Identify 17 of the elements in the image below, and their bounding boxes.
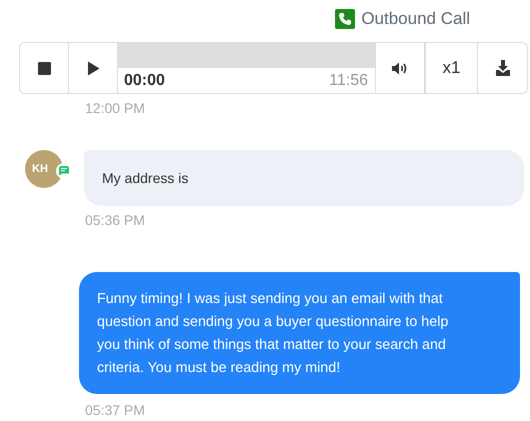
message-bubble: My address is [84,150,524,206]
current-time: 00:00 [124,72,165,90]
stop-button[interactable] [20,43,69,93]
avatar: KH [25,150,63,188]
call-label: Outbound Call [361,9,470,29]
play-icon [86,60,100,76]
timestamp: 05:37 PM [85,402,146,418]
speed-button[interactable]: x1 [425,43,478,93]
stop-icon [38,62,50,74]
progress-track[interactable] [118,43,375,68]
speaker-icon [391,60,409,76]
phone-icon [335,9,356,29]
timestamp: 12:00 PM [85,100,146,116]
message-bubble: Funny timing! I was just sending you an email with that question and sending you a buyer questionnaire to help you think of some things that matter to your search and criteria. You must be reading my mind! [79,272,520,394]
download-icon [494,60,510,76]
duration: 11:56 [329,72,368,90]
timestamp: 05:36 PM [85,212,146,228]
